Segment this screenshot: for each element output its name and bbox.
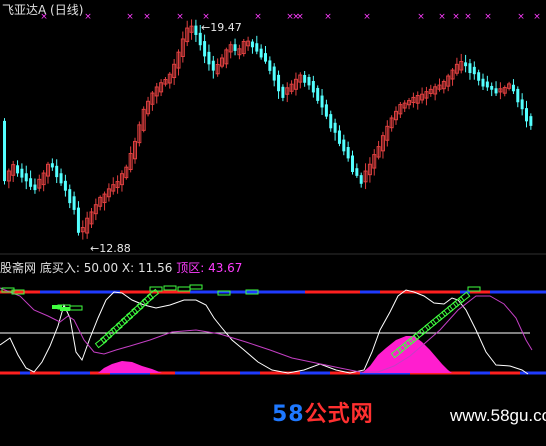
candle-body [520, 99, 524, 110]
candle-body [481, 78, 485, 87]
watermark-url: www.58gu.com [450, 406, 546, 425]
candle-body [259, 48, 263, 58]
watermark-number: 58 [272, 402, 305, 427]
candle-body [511, 84, 515, 92]
candle-body [207, 51, 211, 65]
candle-body [203, 41, 207, 57]
indicator-top-label: 顶区: [176, 261, 205, 275]
signal-marker: × [464, 12, 472, 22]
candle-body [359, 175, 363, 184]
signal-marker: × [126, 12, 134, 22]
magenta-line [0, 287, 533, 373]
indicator-x-label: X: [121, 261, 135, 275]
signal-marker: × [533, 12, 541, 22]
signal-marker: × [452, 12, 460, 22]
chart-canvas[interactable]: × × × × × × × ××× × × × × × × × × × [0, 0, 546, 446]
candle-body [316, 87, 320, 101]
watermark-text: 公式网 [304, 402, 374, 427]
candle-body [468, 63, 472, 74]
rise-box [458, 291, 471, 304]
watermark-logo: 58公式网 [272, 396, 374, 428]
pink-area [98, 361, 162, 373]
candle-body [477, 72, 481, 81]
indicator-buy-value: 50.00 [83, 261, 119, 275]
candle-body [494, 88, 498, 94]
candle-body [516, 88, 520, 103]
candle-body [76, 207, 80, 233]
candle-body [342, 139, 346, 152]
candle-body [277, 74, 281, 92]
candle-body [355, 168, 359, 176]
candle-body [272, 66, 276, 81]
signal-marker: × [296, 12, 304, 22]
candle-body [233, 44, 237, 51]
candle-body [337, 130, 341, 144]
watermark: 58公式网 www.58gu.com [272, 396, 546, 428]
candle-body [329, 114, 333, 129]
flat-box [467, 286, 481, 292]
price-high-label: ←19.47 [201, 21, 242, 34]
signal-marker: × [176, 12, 184, 22]
indicator-top-value: 43.67 [208, 261, 243, 275]
candle-body [307, 77, 311, 86]
candle-body [63, 180, 67, 191]
candle-body [3, 120, 6, 182]
indicator-name: 股斋网 [0, 261, 37, 275]
signal-marker: × [254, 12, 262, 22]
candle-body [485, 81, 489, 88]
signal-marker: × [417, 12, 425, 22]
price-low-value: 12.88 [99, 242, 131, 255]
stock-chart-window: × × × × × × × × × × × × × × × × × × × 飞亚达A (日线) ←19.47 ←12… [0, 0, 546, 446]
candle-body [20, 168, 24, 178]
chart-title: 飞亚达A (日线) [2, 3, 84, 17]
flat-box [189, 284, 203, 290]
signal-marker: × [484, 12, 492, 22]
candle-body [255, 43, 259, 52]
candle-body [29, 178, 33, 187]
candle-body [333, 122, 337, 133]
candle-body [281, 86, 285, 98]
candle-body [55, 165, 59, 178]
candle-body [68, 189, 72, 204]
candle-body [50, 163, 54, 168]
candle-body [490, 85, 494, 90]
candle-body [194, 25, 198, 35]
signal-marker: × [84, 12, 92, 22]
candle-body [303, 74, 307, 83]
candle-body [33, 184, 37, 191]
flat-box [163, 285, 177, 291]
candle-body [464, 62, 468, 67]
signal-marker: × [517, 12, 525, 22]
candle-body [72, 196, 76, 210]
signal-marker: × [324, 12, 332, 22]
candle-body [264, 53, 267, 62]
candle-body [59, 173, 63, 184]
signal-marker: × [143, 12, 151, 22]
candle-body [268, 60, 272, 71]
signal-marker: × [438, 12, 446, 22]
candle-body [250, 41, 254, 48]
indicator-buy-label: 底买入: [39, 261, 80, 275]
candle-body [529, 116, 533, 126]
candle-body [24, 173, 28, 182]
candle-body [320, 95, 324, 108]
candle-body [211, 60, 215, 71]
candle-body [351, 155, 354, 172]
indicator-header: 股斋网 底买入: 50.00 X: 11.56 顶区: 43.67 [0, 261, 242, 275]
candle-body [16, 165, 20, 174]
candle-body [346, 147, 350, 159]
candle-body [472, 66, 476, 75]
flat-box [177, 286, 191, 292]
flat-box-filled [60, 307, 70, 311]
price-high-value: 19.47 [210, 21, 242, 34]
white-oscillator [0, 289, 529, 375]
flat-box [69, 305, 83, 311]
candle-body [324, 104, 328, 117]
candle-body [525, 108, 528, 122]
price-low-label: ←12.88 [90, 242, 131, 255]
candle-body [311, 81, 315, 93]
signal-marker: × [363, 12, 371, 22]
indicator-x-value: 11.56 [138, 261, 173, 275]
